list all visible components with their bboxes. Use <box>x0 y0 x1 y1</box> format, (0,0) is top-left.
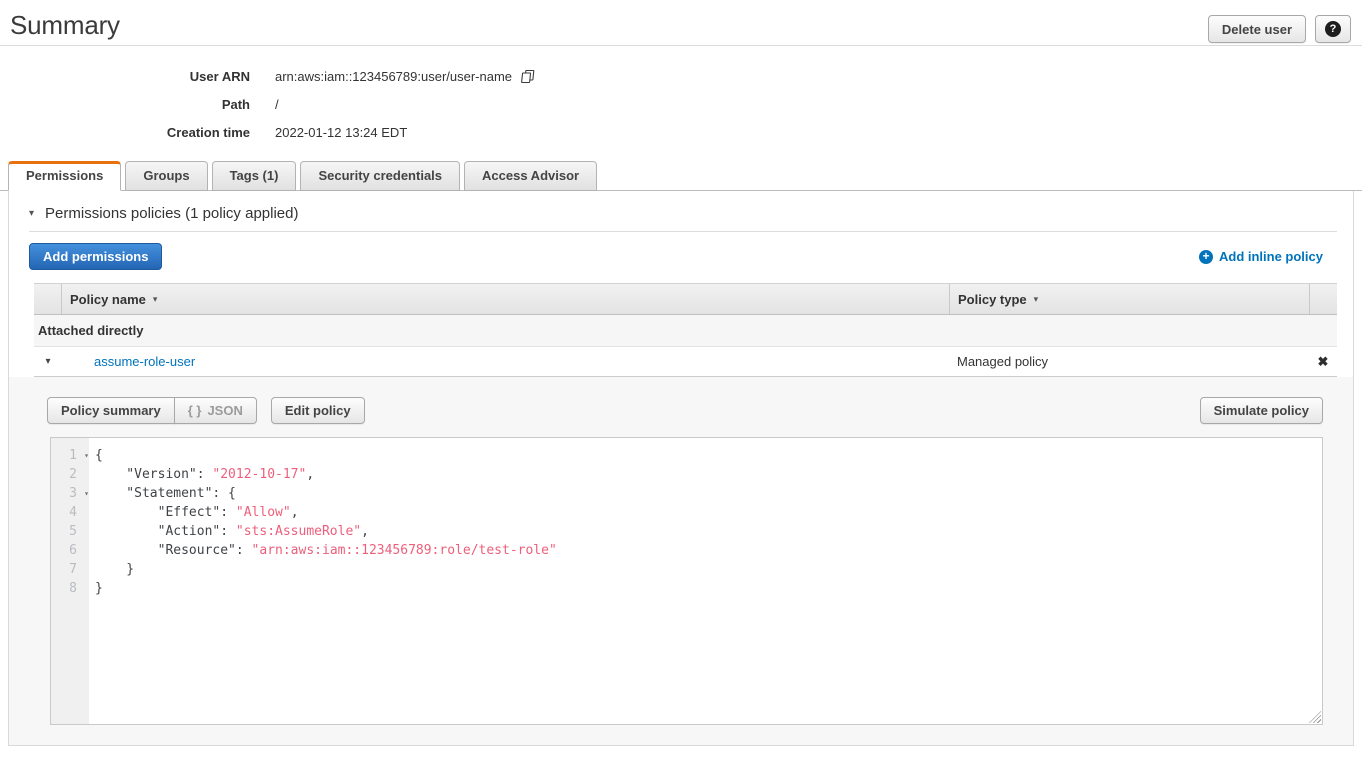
json-plain-text: "Resource": <box>95 543 252 558</box>
json-string-value: "Allow" <box>236 505 291 520</box>
editor-code-line: "Statement": { <box>95 484 1322 503</box>
copy-icon[interactable] <box>520 69 535 84</box>
detail-value: arn:aws:iam::123456789:user/user-name <box>275 69 512 84</box>
editor-line-number: 4 <box>51 503 89 522</box>
json-string-value: "sts:AssumeRole" <box>236 524 361 539</box>
sort-caret-icon: ▾ <box>1034 294 1039 305</box>
editor-code-line: "Version": "2012-10-17", <box>95 465 1322 484</box>
permissions-policies-section-header[interactable]: ▾ Permissions policies (1 policy applied… <box>9 205 1353 222</box>
section-title: Permissions policies (1 policy applied) <box>45 205 298 222</box>
policy-rows: ▾ assume-role-user Managed policy ✖ <box>34 347 1337 377</box>
fold-caret-icon[interactable]: ▾ <box>84 446 89 465</box>
editor-line-number: 1▾ <box>51 446 89 465</box>
help-icon: ? <box>1325 21 1341 37</box>
page-header: Summary Delete user ? <box>0 0 1362 46</box>
editor-code-line: } <box>95 560 1322 579</box>
tab-permissions[interactable]: Permissions <box>8 161 121 191</box>
detail-label: Path <box>0 97 250 112</box>
remove-policy-icon[interactable]: ✖ <box>1318 354 1329 370</box>
help-button[interactable]: ? <box>1315 15 1351 43</box>
policy-name-link[interactable]: assume-role-user <box>94 354 195 369</box>
delete-user-button[interactable]: Delete user <box>1208 15 1306 43</box>
sort-caret-icon: ▾ <box>153 294 158 305</box>
tab-access-advisor[interactable]: Access Advisor <box>464 161 597 191</box>
row-actions-cell: ✖ <box>1309 347 1337 376</box>
detail-label: User ARN <box>0 69 250 84</box>
policy-name-header-label: Policy name <box>70 292 146 307</box>
attached-directly-group-row: Attached directly <box>34 315 1337 347</box>
detail-value: / <box>275 97 279 112</box>
user-detail-row: User ARN arn:aws:iam::123456789:user/user… <box>0 62 1362 90</box>
policy-table: Policy name ▾ Policy type ▾ Attached dir… <box>34 283 1337 377</box>
user-details: User ARN arn:aws:iam::123456789:user/user… <box>0 62 1362 146</box>
editor-line-number: 5 <box>51 522 89 541</box>
user-detail-row: Path / <box>0 90 1362 118</box>
json-string-value: "2012-10-17" <box>212 467 306 482</box>
editor-code-line: "Action": "sts:AssumeRole", <box>95 522 1322 541</box>
json-plain-text: , <box>306 467 314 482</box>
editor-code-line: } <box>95 579 1322 598</box>
policy-type-column-header[interactable]: Policy type ▾ <box>949 284 1309 314</box>
policy-name-column-header[interactable]: Policy name ▾ <box>62 284 949 314</box>
tab-tags-1[interactable]: Tags (1) <box>212 161 297 191</box>
policy-detail-toolbar: Policy summary { } JSON Edit policy Simu… <box>47 397 1323 424</box>
policy-summary-button[interactable]: Policy summary <box>47 397 175 424</box>
section-divider <box>29 231 1337 232</box>
policy-type-cell: Managed policy <box>949 347 1309 376</box>
editor-line-number: 3▾ <box>51 484 89 503</box>
header-actions: Delete user ? <box>1208 10 1352 43</box>
add-inline-policy-link[interactable]: + Add inline policy <box>1199 249 1323 264</box>
policy-type-header-label: Policy type <box>958 292 1027 307</box>
expanded-policy-detail: Policy summary { } JSON Edit policy Simu… <box>9 377 1353 745</box>
json-plain-text: , <box>361 524 369 539</box>
expand-column-header <box>34 284 62 314</box>
tab-security-credentials[interactable]: Security credentials <box>300 161 460 191</box>
edit-policy-button[interactable]: Edit policy <box>271 397 365 424</box>
editor-line-number: 6 <box>51 541 89 560</box>
add-inline-policy-label: Add inline policy <box>1219 249 1323 264</box>
editor-code-line: { <box>95 446 1322 465</box>
fold-caret-icon[interactable]: ▾ <box>84 484 89 503</box>
json-plain-text: , <box>291 505 299 520</box>
policy-json-editor[interactable]: 1▾23▾45678 { "Version": "2012-10-17", "S… <box>50 437 1323 725</box>
actions-column-header <box>1309 284 1337 314</box>
tab-groups[interactable]: Groups <box>125 161 207 191</box>
braces-icon: { } <box>188 403 202 418</box>
detail-value: 2022-01-12 13:24 EDT <box>275 125 407 140</box>
policy-table-header: Policy name ▾ Policy type ▾ <box>34 283 1337 315</box>
json-plain-text: } <box>95 562 134 577</box>
json-plain-text: "Effect": <box>95 505 236 520</box>
json-view-button[interactable]: { } JSON <box>174 397 257 424</box>
editor-line-number-gutter: 1▾23▾45678 <box>51 438 89 724</box>
expand-caret-icon[interactable]: ▾ <box>45 356 50 367</box>
tab-bar: PermissionsGroupsTags (1)Security creden… <box>0 161 1362 191</box>
editor-code-line: "Effect": "Allow", <box>95 503 1322 522</box>
editor-code-line: "Resource": "arn:aws:iam::123456789:role… <box>95 541 1322 560</box>
json-plain-text: } <box>95 581 103 596</box>
row-expand-cell: ▾ <box>34 347 62 376</box>
add-permissions-button[interactable]: Add permissions <box>29 243 162 270</box>
json-button-label: JSON <box>207 403 242 418</box>
editor-line-number: 2 <box>51 465 89 484</box>
json-plain-text: "Action": <box>95 524 236 539</box>
simulate-policy-button[interactable]: Simulate policy <box>1200 397 1323 424</box>
policy-actions-row: Add permissions + Add inline policy <box>29 243 1323 270</box>
json-plain-text: { <box>95 448 103 463</box>
user-detail-row: Creation time 2022-01-12 13:24 EDT <box>0 118 1362 146</box>
policy-view-switcher: Policy summary { } JSON Edit policy <box>47 397 365 424</box>
detail-label: Creation time <box>0 125 250 140</box>
json-plain-text: "Version": <box>95 467 212 482</box>
policy-view-button-group: Policy summary { } JSON <box>47 397 257 424</box>
json-string-value: "arn:aws:iam::123456789:role/test-role" <box>252 543 557 558</box>
plus-circle-icon: + <box>1199 250 1213 264</box>
editor-line-number: 8 <box>51 579 89 598</box>
editor-line-number: 7 <box>51 560 89 579</box>
policy-table-row: ▾ assume-role-user Managed policy ✖ <box>34 347 1337 377</box>
permissions-tab-panel: ▾ Permissions policies (1 policy applied… <box>8 191 1354 746</box>
json-plain-text: "Statement": { <box>95 486 236 501</box>
collapse-caret-icon: ▾ <box>29 208 34 219</box>
page-title: Summary <box>10 10 120 41</box>
policy-name-cell: assume-role-user <box>62 347 949 376</box>
editor-code-area[interactable]: { "Version": "2012-10-17", "Statement": … <box>89 438 1322 724</box>
